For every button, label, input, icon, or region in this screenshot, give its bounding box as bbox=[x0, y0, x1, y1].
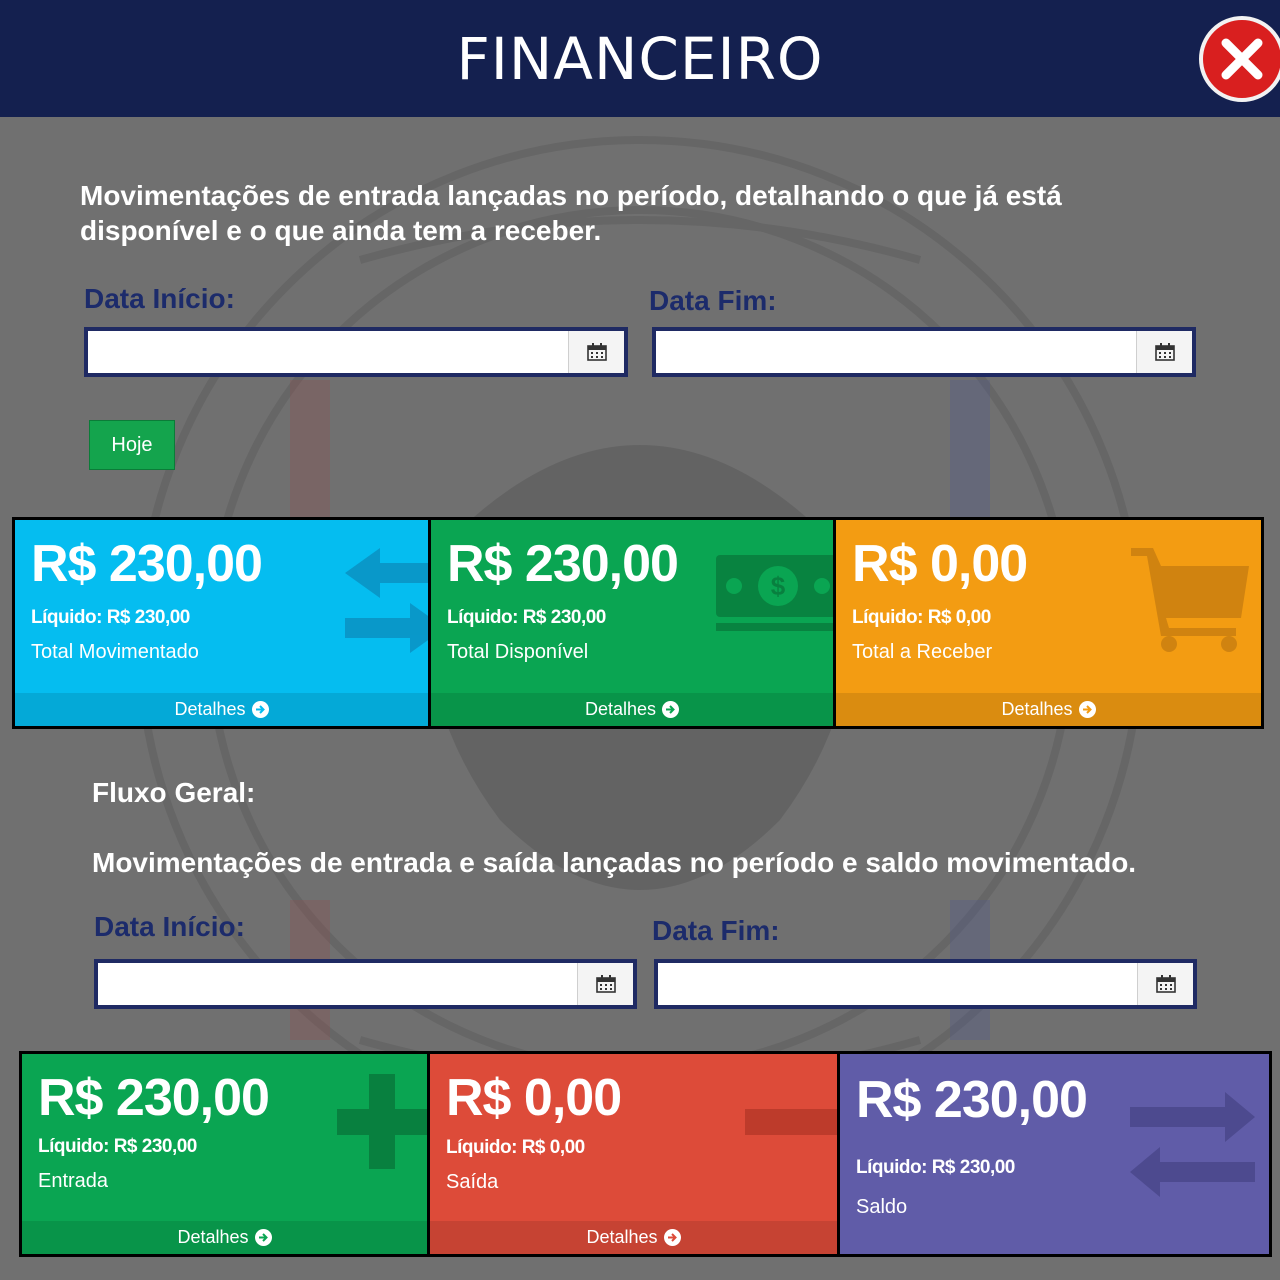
plus-icon bbox=[337, 1074, 427, 1169]
calendar-icon bbox=[1154, 343, 1175, 361]
section1-end-label: Data Fim: bbox=[649, 285, 777, 316]
arrow-circle-right-icon bbox=[662, 701, 680, 718]
card-details-link[interactable]: Detalhes bbox=[22, 1221, 427, 1254]
header-bar: FINANCEIRO bbox=[0, 0, 1280, 117]
section1-start-label: Data Início: bbox=[84, 283, 235, 314]
card-saldo: R$ 230,00 Líquido: R$ 230,00 Saldo bbox=[840, 1054, 1269, 1254]
section1-end-date-input[interactable] bbox=[656, 331, 1136, 373]
section1-start-calendar-button[interactable] bbox=[568, 331, 624, 373]
card-total-movimentado: R$ 230,00 Líquido: R$ 230,00 Total Movim… bbox=[15, 520, 428, 726]
exchange-arrows-icon bbox=[1130, 1092, 1255, 1197]
card-net-value: Líquido: R$ 0,00 bbox=[446, 1137, 585, 1158]
section2-end-label: Data Fim: bbox=[652, 915, 780, 946]
card-net-value: Líquido: R$ 230,00 bbox=[38, 1136, 197, 1157]
card-details-link[interactable]: Detalhes bbox=[431, 693, 834, 726]
card-caption: Entrada bbox=[38, 1170, 109, 1192]
section2-card-row: R$ 230,00 Líquido: R$ 230,00 Entrada Det… bbox=[19, 1051, 1272, 1257]
section1-end-date-field bbox=[652, 327, 1196, 377]
section1-start-date-input[interactable] bbox=[88, 331, 568, 373]
arrow-circle-right-icon bbox=[663, 1229, 681, 1246]
card-caption: Total Disponível bbox=[447, 641, 589, 663]
card-caption: Saldo bbox=[856, 1196, 908, 1218]
calendar-icon bbox=[595, 975, 616, 993]
card-amount: R$ 230,00 bbox=[447, 535, 679, 593]
money-bill-icon: $ bbox=[716, 555, 834, 631]
arrow-circle-right-icon bbox=[254, 1229, 272, 1246]
minus-icon bbox=[745, 1109, 837, 1135]
section2-start-date-input[interactable] bbox=[98, 963, 577, 1005]
shopping-cart-icon bbox=[1131, 548, 1250, 652]
calendar-icon bbox=[586, 343, 607, 361]
section2-end-calendar-button[interactable] bbox=[1137, 963, 1193, 1005]
details-label: Detalhes bbox=[1001, 699, 1073, 719]
card-caption: Total a Receber bbox=[852, 641, 993, 663]
card-net-value: Líquido: R$ 0,00 bbox=[852, 607, 991, 628]
card-amount: R$ 230,00 bbox=[856, 1071, 1088, 1129]
section2-description: Movimentações de entrada e saída lançada… bbox=[92, 847, 1137, 878]
details-label: Detalhes bbox=[174, 699, 246, 719]
card-amount: R$ 230,00 bbox=[31, 535, 263, 593]
card-details-link[interactable]: Detalhes bbox=[430, 1221, 837, 1254]
svg-text:$: $ bbox=[771, 571, 786, 601]
card-caption: Saída bbox=[446, 1171, 499, 1193]
card-amount: R$ 0,00 bbox=[852, 535, 1028, 593]
section1-end-calendar-button[interactable] bbox=[1136, 331, 1192, 373]
close-icon bbox=[1221, 38, 1263, 80]
card-net-value: Líquido: R$ 230,00 bbox=[856, 1157, 1015, 1178]
card-details-link[interactable]: Detalhes bbox=[15, 693, 428, 726]
section1-description: Movimentações de entrada lançadas no per… bbox=[80, 180, 1062, 246]
calendar-icon bbox=[1155, 975, 1176, 993]
card-net-value: Líquido: R$ 230,00 bbox=[447, 607, 606, 628]
details-label: Detalhes bbox=[584, 699, 657, 719]
section2-start-date-field bbox=[94, 959, 637, 1009]
card-amount: R$ 0,00 bbox=[446, 1069, 622, 1127]
section2-end-date-field bbox=[654, 959, 1197, 1009]
card-total-a-receber: R$ 0,00 Líquido: R$ 0,00 Total a Receber… bbox=[836, 520, 1261, 726]
card-caption: Total Movimentado bbox=[31, 641, 199, 663]
section1-start-date-field bbox=[84, 327, 628, 377]
section1-card-row: R$ 230,00 Líquido: R$ 230,00 Total Movim… bbox=[12, 517, 1264, 729]
card-amount: R$ 230,00 bbox=[38, 1069, 270, 1127]
section2-start-label: Data Início: bbox=[94, 911, 245, 942]
details-label: Detalhes bbox=[586, 1227, 658, 1247]
arrow-circle-right-icon bbox=[251, 701, 269, 718]
today-button[interactable]: Hoje bbox=[89, 420, 175, 470]
page-title: FINANCEIRO bbox=[456, 24, 824, 93]
card-net-value: Líquido: R$ 230,00 bbox=[31, 607, 190, 628]
arrow-circle-right-icon bbox=[1078, 701, 1096, 718]
card-total-disponivel: $ R$ 230,00 Líquido: R$ 230,00 Total Dis… bbox=[431, 520, 834, 726]
section2-end-date-input[interactable] bbox=[658, 963, 1137, 1005]
close-button[interactable] bbox=[1199, 16, 1280, 102]
section2-start-calendar-button[interactable] bbox=[577, 963, 633, 1005]
details-label: Detalhes bbox=[177, 1227, 249, 1247]
section2-title: Fluxo Geral: bbox=[92, 777, 256, 808]
card-saida: R$ 0,00 Líquido: R$ 0,00 Saída Detalhes bbox=[430, 1054, 837, 1254]
card-entrada: R$ 230,00 Líquido: R$ 230,00 Entrada Det… bbox=[22, 1054, 427, 1254]
card-details-link[interactable]: Detalhes bbox=[836, 693, 1261, 726]
exchange-arrows-icon bbox=[345, 548, 428, 653]
